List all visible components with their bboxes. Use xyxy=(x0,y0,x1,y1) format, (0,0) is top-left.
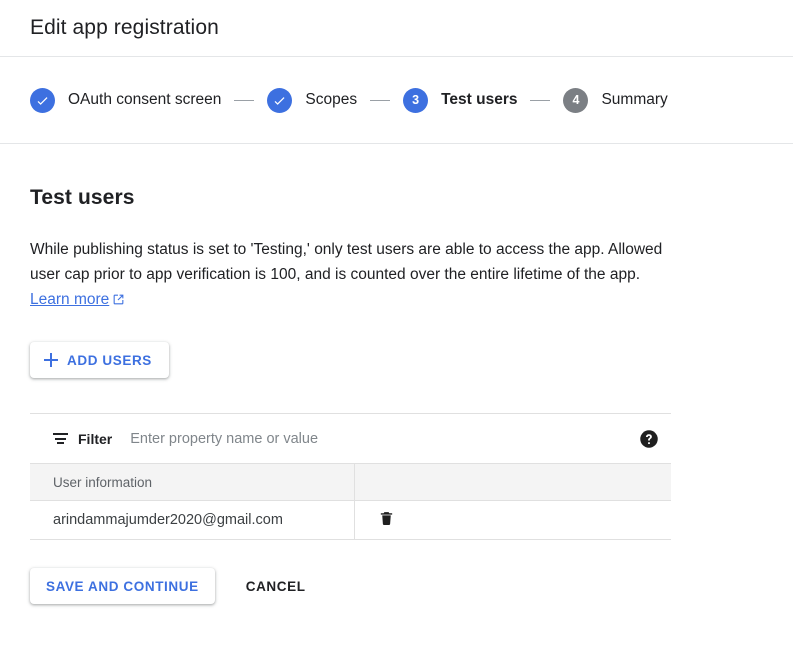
filter-bar: Filter xyxy=(30,414,671,463)
section-title: Test users xyxy=(30,186,135,209)
users-panel: Filter User information arindammajumder2… xyxy=(30,413,671,540)
check-icon xyxy=(274,96,285,105)
external-link-icon xyxy=(112,289,125,314)
stepper-step-label-2: Scopes xyxy=(305,91,358,108)
stepper-separator-2 xyxy=(370,99,391,101)
step-number-4: 4 xyxy=(572,92,580,107)
column-header-user-information: User information xyxy=(30,463,355,501)
footer-actions: SAVE AND CONTINUE CANCEL xyxy=(30,568,763,604)
step-check-circle-2 xyxy=(267,87,293,113)
learn-more-link[interactable]: Learn more xyxy=(30,291,125,308)
filter-input[interactable] xyxy=(130,430,639,447)
plus-icon xyxy=(44,353,58,367)
check-icon xyxy=(37,96,48,105)
stepper-separator-3 xyxy=(530,99,551,101)
stepper-step-summary[interactable]: 4 Summary xyxy=(563,87,668,113)
trash-icon xyxy=(380,511,393,525)
section-description-text: While publishing status is set to 'Testi… xyxy=(30,241,663,283)
stepper-step-oauth-consent-screen[interactable]: OAuth consent screen xyxy=(30,87,222,113)
stepper-step-label-3: Test users xyxy=(441,91,518,108)
page-header: Edit app registration xyxy=(0,0,793,57)
section-description: While publishing status is set to 'Testi… xyxy=(30,237,675,314)
stepper-step-label-1: OAuth consent screen xyxy=(68,91,222,108)
test-users-table: User information arindammajumder2020@gma… xyxy=(30,463,671,540)
table-header: User information xyxy=(30,463,671,501)
column-header-actions xyxy=(354,463,671,501)
save-and-continue-button[interactable]: SAVE AND CONTINUE xyxy=(30,568,215,604)
stepper-step-label-4: Summary xyxy=(601,91,668,108)
add-users-button[interactable]: ADD USERS xyxy=(30,342,169,378)
step-number-circle-3: 3 xyxy=(403,87,429,113)
stepper-step-test-users[interactable]: 3 Test users xyxy=(403,87,518,113)
step-check-circle-1 xyxy=(30,87,55,113)
main-content: Test users While publishing status is se… xyxy=(0,186,793,604)
delete-user-button[interactable] xyxy=(378,510,395,527)
learn-more-label: Learn more xyxy=(30,291,110,308)
stepper-separator-1 xyxy=(234,99,255,101)
table-body: arindammajumder2020@gmail.com xyxy=(30,500,671,540)
table-row: arindammajumder2020@gmail.com xyxy=(30,500,671,540)
step-number-3: 3 xyxy=(412,92,420,107)
stepper: OAuth consent screen Scopes 3 Test users… xyxy=(0,57,793,144)
cancel-button[interactable]: CANCEL xyxy=(246,579,306,594)
help-icon[interactable] xyxy=(639,429,659,449)
cell-user-email: arindammajumder2020@gmail.com xyxy=(30,500,355,540)
page-title: Edit app registration xyxy=(30,16,219,39)
add-users-button-label: ADD USERS xyxy=(67,352,152,368)
filter-icon[interactable] xyxy=(53,433,68,444)
stepper-step-scopes[interactable]: Scopes xyxy=(267,87,358,113)
cell-actions xyxy=(354,500,671,540)
step-number-circle-4: 4 xyxy=(563,87,589,113)
table-header-row: User information xyxy=(30,463,671,501)
filter-label: Filter xyxy=(78,430,113,447)
